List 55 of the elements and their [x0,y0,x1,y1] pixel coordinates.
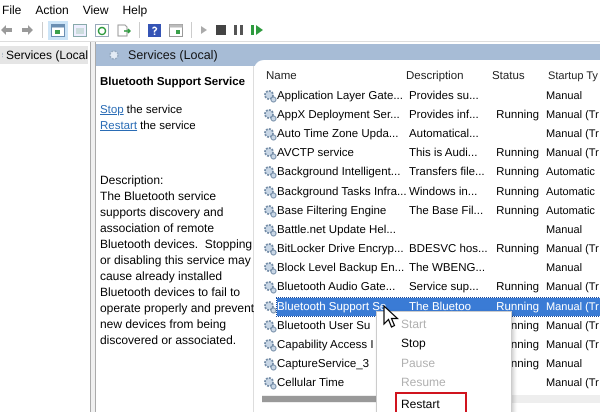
table-cell: Running [496,108,539,121]
table-cell: nning [510,320,539,332]
table-cell-text: Manual [545,224,582,236]
table-cell-text: Auto Time Zone Upda... [277,128,400,140]
table-cell-text: Background Intelligent... [277,166,402,178]
table-cell-text: AVCTP service [277,147,355,160]
table-cell-text: Manual (Tr [545,377,599,390]
table-cell-text: Manual (Tr [545,128,599,140]
table-cell-text: Provides inf... [408,108,480,121]
table-cell: Running [496,186,539,198]
table-cell: Running [496,166,539,178]
table-cell-text: Application Layer Gate... [277,90,404,102]
table-cell-text: Automatic [545,186,595,198]
table-cell-text: Manual (Tr [545,243,599,256]
table-cell: nning [510,358,539,370]
table-cell-text: Manual (Tr [545,300,599,313]
table-cell-text: Service sup... [408,281,480,294]
table-cell-text: AppX Deployment Ser... [277,108,401,121]
table-cell-text: Manual (Tr [545,108,599,121]
table-cell-text: Base Filtering Engine [277,204,388,217]
description-label: Description: [100,172,164,188]
table-cell-text: This is Audi... [408,147,478,160]
table-cell-text: Battle.net Update Hel... [277,224,397,236]
table-cell-text: BDESVC hos... [408,243,487,256]
table-cell-text: Manual (Tr [545,147,599,160]
action-text: the service [140,119,196,134]
table-cell: Running [496,204,539,217]
table-cell-text: Manual (Tr [545,339,599,352]
action-text: the service [126,103,182,118]
panel-title: Services (Local) [128,48,218,62]
table-cell: Running [496,281,539,294]
table-cell: Running [496,147,539,160]
table-cell-text: Manual [545,262,582,274]
table-cell-text: The Bluetoo [408,300,472,313]
table-cell-text: Windows in... [408,186,478,198]
table-cell-text: The WBENG... [408,262,486,274]
table-cell-text: Block Level Backup En... [277,262,406,274]
table-cell: nning [510,339,539,352]
table-cell-text: Manual [545,358,582,370]
table-cell-text: Bluetooth Audio Gate... [277,281,396,294]
service-title: Bluetooth Support Service [100,76,246,88]
table-cell-text: Automatic [545,166,595,178]
table-cell: Running [496,243,539,256]
table-cell-text: The Base Fil... [408,204,484,217]
table-cell-text: Automatical... [408,128,480,140]
table-cell-text: Manual (Tr [545,281,599,294]
table-cell: Background Tasks Infra... [277,186,407,198]
table-cell-text: Transfers file... [408,166,486,178]
table-cell: Running [496,300,539,313]
table-cell-text: Manual (Tr [545,320,599,332]
table-cell-text: BitLocker Drive Encryp... [277,243,405,256]
table-cell-text: Automatic [545,204,595,217]
table-cell-text: Provides su... [408,90,480,102]
description-text: The Bluetooth service supports discovery and association of remote Bluetooth devices. Stopping or disabling this service may cause already installed Bluetooth devices to fail to operate properly and prevent new devices from being discovered or associated. [100,188,256,348]
table-cell-text: Manual [545,90,582,102]
